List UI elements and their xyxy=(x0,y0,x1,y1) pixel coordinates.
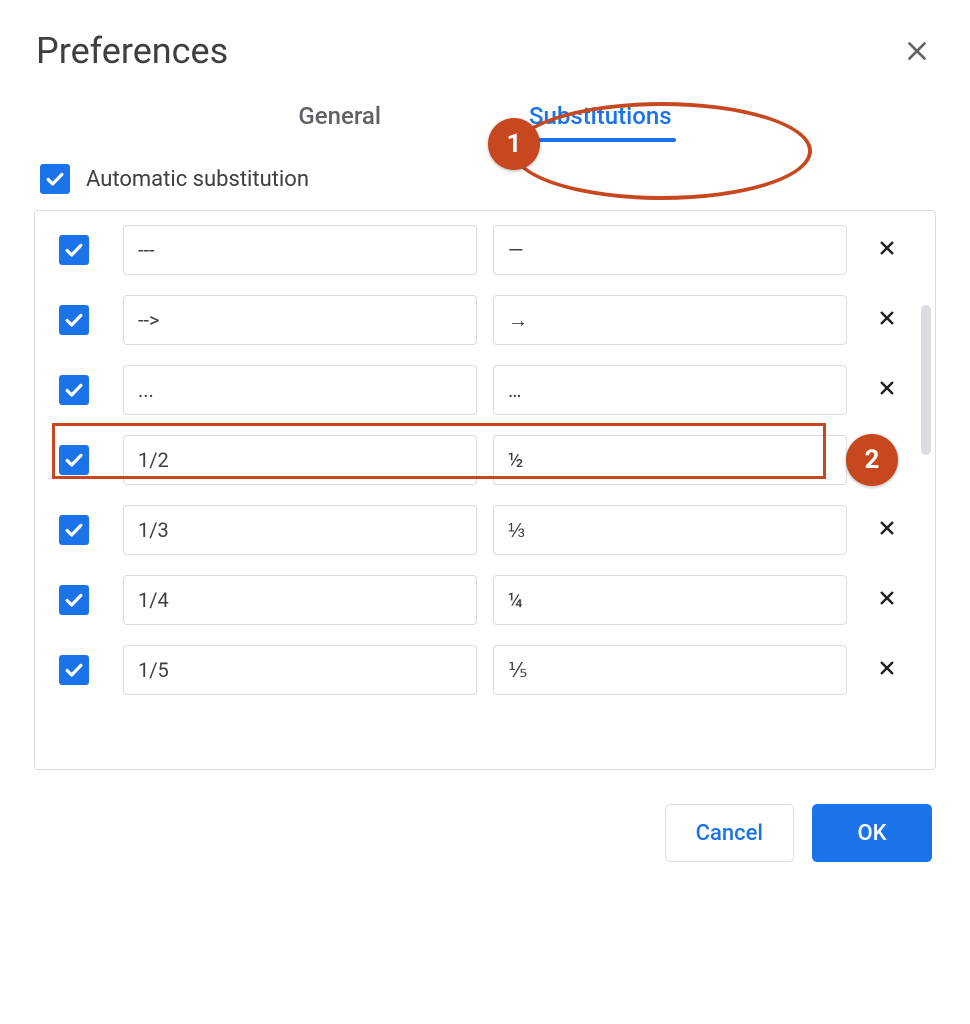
delete-row-icon[interactable] xyxy=(863,588,911,613)
replace-input[interactable] xyxy=(123,645,477,695)
annotation-ellipse-tab xyxy=(512,102,812,200)
table-row xyxy=(59,215,911,285)
with-input[interactable] xyxy=(493,365,847,415)
table-row xyxy=(59,635,911,705)
replace-input[interactable] xyxy=(123,575,477,625)
close-icon[interactable] xyxy=(904,38,930,71)
with-input[interactable] xyxy=(493,575,847,625)
table-row xyxy=(59,495,911,565)
with-input[interactable] xyxy=(493,505,847,555)
automatic-substitution-label: Automatic substitution xyxy=(86,167,309,192)
ok-button[interactable]: OK xyxy=(812,804,932,862)
annotation-badge-2: 2 xyxy=(846,434,898,486)
annotation-badge-1: 1 xyxy=(488,118,540,170)
cancel-button[interactable]: Cancel xyxy=(665,804,794,862)
with-input[interactable] xyxy=(493,645,847,695)
replace-input[interactable] xyxy=(123,295,477,345)
row-checkbox[interactable] xyxy=(59,305,89,335)
replace-input[interactable] xyxy=(123,505,477,555)
with-input[interactable] xyxy=(493,225,847,275)
table-row xyxy=(59,565,911,635)
delete-row-icon[interactable] xyxy=(863,658,911,683)
tab-general[interactable]: General xyxy=(294,96,385,136)
row-checkbox[interactable] xyxy=(59,515,89,545)
delete-row-icon[interactable] xyxy=(863,238,911,263)
annotation-rect-row xyxy=(52,423,826,479)
replace-input[interactable] xyxy=(123,365,477,415)
dialog-title: Preferences xyxy=(36,30,228,72)
substitutions-table xyxy=(34,210,936,770)
row-checkbox[interactable] xyxy=(59,375,89,405)
table-row xyxy=(59,355,911,425)
replace-input[interactable] xyxy=(123,225,477,275)
row-checkbox[interactable] xyxy=(59,655,89,685)
delete-row-icon[interactable] xyxy=(863,518,911,543)
delete-row-icon[interactable] xyxy=(863,378,911,403)
row-checkbox[interactable] xyxy=(59,585,89,615)
delete-row-icon[interactable] xyxy=(863,308,911,333)
tabs: General Substitutions xyxy=(34,96,936,136)
with-input[interactable] xyxy=(493,295,847,345)
row-checkbox[interactable] xyxy=(59,235,89,265)
scrollbar-thumb[interactable] xyxy=(921,305,931,455)
table-row xyxy=(59,285,911,355)
automatic-substitution-checkbox[interactable] xyxy=(40,164,70,194)
